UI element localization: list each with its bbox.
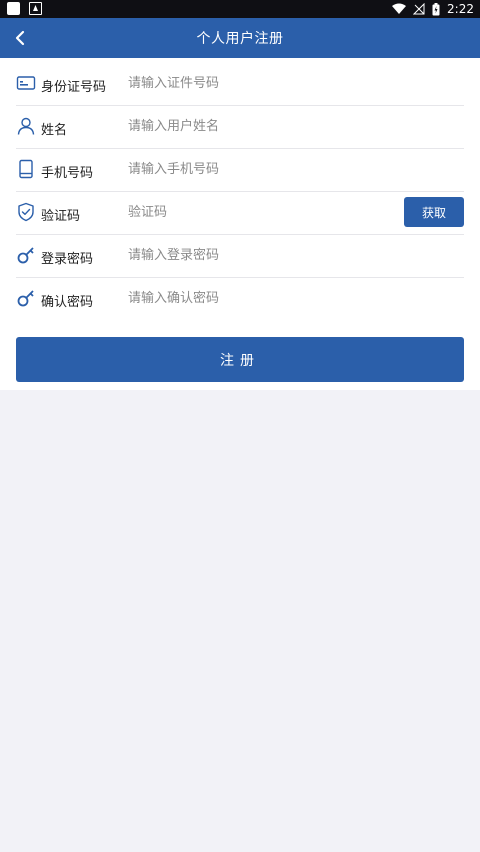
status-time: 2:22 bbox=[447, 2, 474, 16]
register-button[interactable]: 注册 bbox=[16, 337, 464, 382]
key-icon bbox=[17, 247, 34, 264]
shield-icon bbox=[18, 202, 34, 222]
get-code-button[interactable]: 获取 bbox=[404, 197, 464, 227]
person-icon bbox=[17, 117, 35, 135]
confirm-password-label: 确认密码 bbox=[41, 295, 94, 310]
id-number-label: 身份证号码 bbox=[41, 80, 107, 95]
name-row: 姓名 bbox=[16, 105, 464, 149]
verification-code-input[interactable] bbox=[128, 201, 328, 223]
wifi-icon bbox=[392, 3, 407, 14]
id-number-input[interactable] bbox=[128, 72, 388, 94]
key-icon bbox=[17, 290, 34, 307]
battery-icon bbox=[432, 2, 440, 15]
login-password-input[interactable] bbox=[128, 244, 388, 266]
app-header: 个人用户注册 bbox=[0, 18, 480, 58]
page-title: 个人用户注册 bbox=[196, 31, 284, 47]
app-notification-icon bbox=[7, 2, 20, 15]
no-signal-icon bbox=[413, 3, 425, 15]
confirm-password-row: 确认密码 bbox=[16, 277, 464, 320]
confirm-password-input[interactable] bbox=[128, 287, 388, 309]
verification-code-label: 验证码 bbox=[41, 209, 81, 224]
phone-label: 手机号码 bbox=[41, 166, 94, 181]
phone-icon bbox=[19, 159, 33, 179]
id-number-row: 身份证号码 bbox=[16, 62, 464, 106]
phone-input[interactable] bbox=[128, 158, 388, 180]
name-label: 姓名 bbox=[41, 123, 68, 138]
login-password-label: 登录密码 bbox=[41, 252, 94, 267]
login-password-row: 登录密码 bbox=[16, 234, 464, 278]
id-card-icon bbox=[16, 76, 36, 90]
verification-code-row: 验证码 获取 bbox=[16, 191, 464, 235]
name-input[interactable] bbox=[128, 115, 388, 137]
status-bar: 2:22 bbox=[0, 0, 480, 18]
app-store-notification-icon bbox=[29, 2, 42, 15]
phone-row: 手机号码 bbox=[16, 148, 464, 192]
